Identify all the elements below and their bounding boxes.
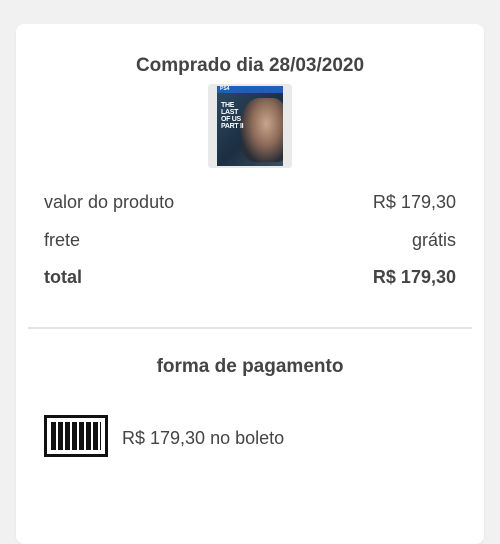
product-value-label: valor do produto	[44, 192, 175, 212]
shipping-label: frete	[44, 230, 81, 250]
product-thumbnail[interactable]: PS4 THE LAST OF US PART II	[208, 84, 292, 168]
section-divider	[28, 327, 472, 329]
total-label: total	[44, 267, 82, 287]
payment-method-title: forma de pagamento	[156, 356, 344, 377]
product-value-row: valor do produto R$ 179,30	[44, 192, 456, 213]
shipping-row: frete grátis	[44, 230, 456, 251]
order-card: Comprado dia 28/03/2020 PS4 THE LAST OF …	[16, 24, 484, 544]
cover-artwork	[241, 98, 283, 162]
platform-label: PS4	[220, 86, 230, 92]
payment-description: R$ 179,30 no boleto	[122, 428, 285, 448]
purchase-date-title: Comprado dia 28/03/2020	[135, 55, 365, 76]
total-row: total R$ 179,30	[44, 267, 456, 288]
barcode-icon	[44, 415, 108, 457]
cover-title: THE LAST OF US PART II	[221, 102, 244, 130]
total-amount: R$ 179,30	[372, 267, 456, 287]
product-cover-image: PS4 THE LAST OF US PART II	[217, 86, 283, 166]
shipping-amount: grátis	[411, 230, 456, 250]
product-value-amount: R$ 179,30	[372, 192, 456, 212]
